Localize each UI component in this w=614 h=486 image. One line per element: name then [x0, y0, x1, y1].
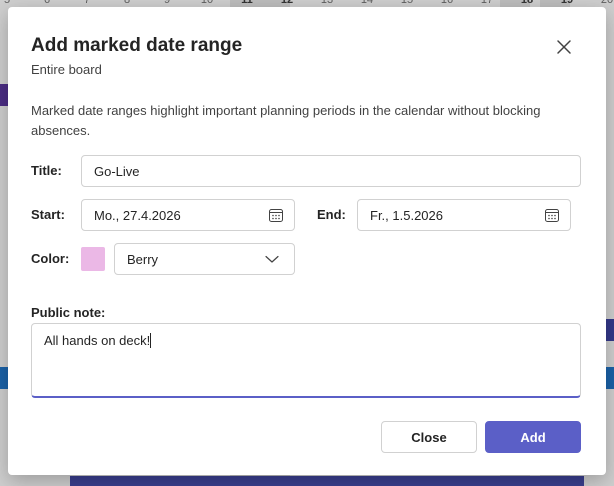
calendar-event-bar	[606, 319, 614, 341]
start-date-field[interactable]: Mo., 27.4.2026	[81, 199, 295, 231]
calendar-icon[interactable]	[542, 205, 562, 225]
end-date-value: Fr., 1.5.2026	[370, 207, 443, 223]
chevron-down-icon	[265, 255, 279, 263]
calendar-day-number: 18	[520, 0, 534, 6]
title-input[interactable]: Go-Live	[81, 155, 581, 187]
color-dropdown-value: Berry	[127, 251, 159, 267]
dialog-description: Marked date ranges highlight important p…	[31, 103, 541, 138]
calendar-day-number: 13	[320, 0, 334, 6]
calendar-day-number: 10	[200, 0, 214, 6]
end-date-field[interactable]: Fr., 1.5.2026	[357, 199, 571, 231]
calendar-day-number: 15	[400, 0, 414, 6]
end-label: End:	[317, 207, 346, 222]
calendar-event-bar	[0, 84, 8, 106]
title-label: Title:	[31, 163, 62, 178]
calendar-day-number: 8	[123, 0, 131, 6]
text-cursor	[150, 333, 152, 348]
public-note-label: Public note:	[31, 305, 106, 320]
calendar-day-number: 5	[3, 0, 11, 6]
calendar-event-bar	[70, 476, 584, 486]
close-button[interactable]: Close	[381, 421, 477, 453]
public-note-textarea[interactable]: All hands on deck!	[31, 323, 581, 398]
calendar-event-bar	[606, 367, 614, 389]
calendar-day-number: 16	[440, 0, 454, 6]
color-label: Color:	[31, 251, 70, 266]
calendar-day-number: 9	[163, 0, 171, 6]
color-dropdown[interactable]: Berry	[114, 243, 295, 275]
start-label: Start:	[31, 207, 65, 222]
close-icon[interactable]	[552, 35, 576, 59]
calendar-icon[interactable]	[266, 205, 286, 225]
calendar-day-number: 6	[43, 0, 51, 6]
calendar-day-number: 12	[280, 0, 294, 6]
calendar-day-number: 11	[241, 0, 253, 6]
add-marked-date-range-dialog: Add marked date range Entire board Marke…	[8, 7, 606, 475]
calendar-day-number: 14	[360, 0, 374, 6]
calendar-day-number: 17	[480, 0, 494, 6]
calendar-day-number: 19	[560, 0, 574, 6]
calendar-day-number: 7	[83, 0, 91, 6]
calendar-day-number: 20	[600, 0, 614, 6]
add-button[interactable]: Add	[485, 421, 581, 453]
dialog-title: Add marked date range	[31, 35, 243, 56]
start-date-value: Mo., 27.4.2026	[94, 207, 181, 223]
color-swatch	[81, 247, 105, 271]
title-input-value: Go-Live	[94, 163, 140, 179]
dialog-subtitle: Entire board	[31, 62, 102, 77]
calendar-event-bar	[0, 367, 8, 389]
public-note-value: All hands on deck!	[44, 333, 151, 348]
